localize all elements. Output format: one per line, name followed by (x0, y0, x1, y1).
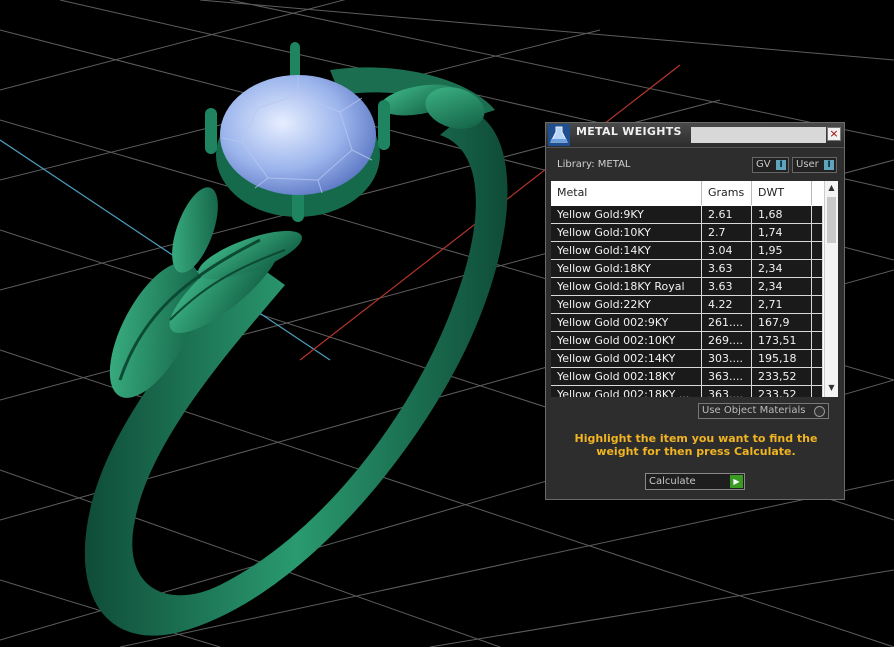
calculate-label: Calculate (649, 476, 696, 487)
grams-cell: 303.... (702, 350, 752, 367)
empty-cell (812, 332, 823, 349)
metal-cell: Yellow Gold:18KY (551, 260, 702, 277)
metal-table[interactable]: Metal Grams DWT Yellow Gold:9KY 2.61 1,68 Y… (551, 181, 838, 397)
dwt-cell: 173,51 (752, 332, 812, 349)
ring-model[interactable] (84, 42, 508, 636)
gv-toggle-indicator: I (776, 160, 786, 170)
dwt-cell: 2,34 (752, 260, 812, 277)
metal-weights-panel: METAL WEIGHTS × Library: METAL GV I User… (545, 122, 845, 500)
metal-cell: Yellow Gold:14KY (551, 242, 702, 259)
dwt-cell: 2,71 (752, 296, 812, 313)
column-header-dwt[interactable]: DWT (752, 181, 812, 205)
metal-cell: Yellow Gold 002:18KY (551, 368, 702, 385)
metal-cell: Yellow Gold 002:10KY (551, 332, 702, 349)
empty-cell (812, 350, 823, 367)
column-header-metal[interactable]: Metal (551, 181, 702, 205)
instruction-text: Highlight the item you want to find the … (574, 432, 818, 458)
grams-cell: 363.... (702, 368, 752, 385)
empty-cell (812, 368, 823, 385)
table-row[interactable]: Yellow Gold 002:9KY 261.... 167,9 (551, 314, 823, 332)
empty-cell (812, 206, 823, 223)
dwt-cell: 1,74 (752, 224, 812, 241)
metal-cell: Yellow Gold:22KY (551, 296, 702, 313)
metal-weights-flask-icon (548, 124, 570, 146)
table-row[interactable]: Yellow Gold 002:14KY 303.... 195,18 (551, 350, 823, 368)
empty-cell (812, 242, 823, 259)
table-row[interactable]: Yellow Gold:9KY 2.61 1,68 (551, 206, 823, 224)
table-row[interactable]: Yellow Gold 002:18KY 363.... 233,52 (551, 368, 823, 386)
table-rows: Yellow Gold:9KY 2.61 1,68 Yellow Gold:10KY 2… (551, 206, 823, 397)
dwt-cell: 233,52 (752, 368, 812, 385)
user-toggle[interactable]: User I (792, 157, 837, 173)
user-toggle-label: User (796, 159, 819, 170)
use-object-materials-toggle[interactable]: Use Object Materials (698, 403, 829, 419)
grams-cell: 269.... (702, 332, 752, 349)
empty-cell (812, 260, 823, 277)
user-toggle-indicator: I (824, 160, 834, 170)
grams-cell: 261.... (702, 314, 752, 331)
close-button[interactable]: × (827, 127, 841, 141)
gv-toggle[interactable]: GV I (752, 157, 789, 173)
grams-cell: 363.... (702, 386, 752, 397)
table-row[interactable]: Yellow Gold:18KY 3.63 2,34 (551, 260, 823, 278)
grams-cell: 2.61 (702, 206, 752, 223)
grams-cell: 4.22 (702, 296, 752, 313)
grams-cell: 3.04 (702, 242, 752, 259)
dwt-cell: 2,34 (752, 278, 812, 295)
dwt-cell: 233,52 (752, 386, 812, 397)
table-row[interactable]: Yellow Gold 002:18KY ... 363.... 233,52 (551, 386, 823, 397)
panel-title: METAL WEIGHTS (576, 125, 682, 138)
calculate-button[interactable]: Calculate ▶ (645, 473, 745, 490)
table-row[interactable]: Yellow Gold:18KY Royal 3.63 2,34 (551, 278, 823, 296)
empty-cell (812, 314, 823, 331)
gv-toggle-label: GV (756, 159, 771, 170)
library-label: Library: METAL (557, 159, 631, 170)
column-header-grams[interactable]: Grams (702, 181, 752, 205)
empty-cell (812, 224, 823, 241)
title-strip (691, 127, 826, 143)
metal-cell: Yellow Gold:10KY (551, 224, 702, 241)
metal-cell: Yellow Gold 002:9KY (551, 314, 702, 331)
panel-titlebar[interactable]: METAL WEIGHTS × (546, 123, 844, 148)
metal-cell: Yellow Gold 002:14KY (551, 350, 702, 367)
metal-cell: Yellow Gold:9KY (551, 206, 702, 223)
dwt-cell: 1,95 (752, 242, 812, 259)
table-row[interactable]: Yellow Gold:10KY 2.7 1,74 (551, 224, 823, 242)
grams-cell: 3.63 (702, 260, 752, 277)
table-row[interactable]: Yellow Gold:14KY 3.04 1,95 (551, 242, 823, 260)
use-object-materials-label: Use Object Materials (702, 405, 806, 416)
metal-cell: Yellow Gold:18KY Royal (551, 278, 702, 295)
dwt-cell: 1,68 (752, 206, 812, 223)
empty-cell (812, 296, 823, 313)
grams-cell: 3.63 (702, 278, 752, 295)
metal-cell: Yellow Gold 002:18KY ... (551, 386, 702, 397)
radio-icon (814, 406, 825, 417)
dwt-cell: 167,9 (752, 314, 812, 331)
table-row[interactable]: Yellow Gold:22KY 4.22 2,71 (551, 296, 823, 314)
scroll-down-arrow-icon[interactable]: ▼ (825, 381, 838, 395)
play-arrow-icon: ▶ (730, 475, 743, 488)
empty-cell (812, 278, 823, 295)
table-header: Metal Grams DWT (551, 181, 823, 205)
dwt-cell: 195,18 (752, 350, 812, 367)
scroll-thumb[interactable] (827, 197, 836, 243)
grams-cell: 2.7 (702, 224, 752, 241)
table-scrollbar[interactable]: ▲ ▼ (824, 181, 838, 397)
scroll-up-arrow-icon[interactable]: ▲ (825, 181, 838, 195)
empty-cell (812, 386, 823, 397)
table-row[interactable]: Yellow Gold 002:10KY 269.... 173,51 (551, 332, 823, 350)
